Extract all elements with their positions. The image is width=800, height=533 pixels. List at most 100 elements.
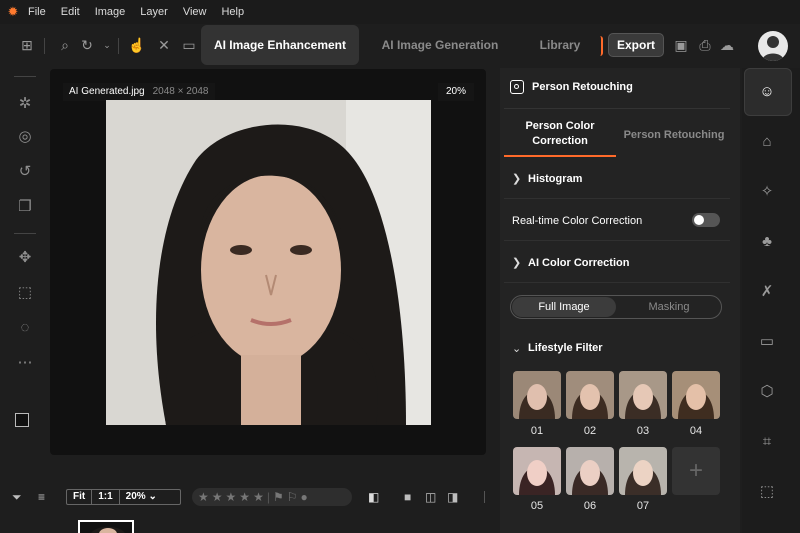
toolbar: ⊞ ⌕ ↻ ⌄ ☝ ✕ ▭ AI Image Enhancement AI Im… xyxy=(0,24,800,68)
filter-icon[interactable]: ⏷ xyxy=(12,489,22,505)
panel-header: Person Retouching xyxy=(510,76,730,98)
filter-label: 02 xyxy=(583,425,597,437)
panel-title: Person Retouching xyxy=(532,81,633,93)
tab-ai-image-generation[interactable]: AI Image Generation xyxy=(361,25,519,65)
ai-color-correction-section[interactable]: ❯ AI Color Correction xyxy=(504,243,730,283)
export-button[interactable]: Export xyxy=(608,33,664,57)
print-icon[interactable]: ⎙ xyxy=(696,36,714,54)
filter-label: 07 xyxy=(636,500,650,512)
split-view-icon[interactable]: ◫ xyxy=(425,489,436,505)
single-view-icon[interactable]: ■ xyxy=(404,489,411,505)
tab-person-retouching[interactable]: Person Retouching xyxy=(618,113,730,157)
filter-thumbnail[interactable] xyxy=(619,447,667,495)
tool-divider xyxy=(14,76,36,77)
rating-star-icon[interactable]: ★ xyxy=(212,490,226,504)
face-retouch-icon[interactable]: ☺ xyxy=(757,82,777,102)
avatar[interactable] xyxy=(758,31,788,61)
add-image-icon[interactable]: ⊞ xyxy=(18,36,36,54)
tab-ai-image-enhancement[interactable]: AI Image Enhancement xyxy=(201,25,359,65)
adjust-icon[interactable]: ✲ xyxy=(16,95,34,113)
lasso-icon[interactable]: ◌ xyxy=(16,319,34,337)
tab-library[interactable]: Library xyxy=(530,25,590,65)
zoom-controls: Fit 1:1 20% ⌄ xyxy=(66,489,181,505)
filter-thumbnail[interactable] xyxy=(566,371,614,419)
menu-bar: ✹ File Edit Image Layer View Help xyxy=(0,0,800,24)
cube-icon[interactable]: ⬡ xyxy=(757,382,777,402)
full-image-option[interactable]: Full Image xyxy=(512,297,616,317)
rating-star-icon[interactable]: ★ xyxy=(253,490,267,504)
trees-icon[interactable]: ♣ xyxy=(757,232,777,252)
bottom-divider xyxy=(484,491,485,503)
add-filter-button[interactable]: + xyxy=(672,447,720,495)
zoom-select[interactable]: 20% ⌄ xyxy=(120,490,180,504)
filter-label: 03 xyxy=(636,425,650,437)
masking-option[interactable]: Masking xyxy=(617,296,721,318)
rating-star-icon[interactable]: ★ xyxy=(198,490,212,504)
more-tools-icon[interactable]: ⋯ xyxy=(16,354,34,372)
toolbar-divider xyxy=(118,38,119,54)
move-icon[interactable]: ✥ xyxy=(16,249,34,267)
panel-divider xyxy=(504,108,730,109)
filter-thumbnail[interactable] xyxy=(619,371,667,419)
realtime-color-correction-toggle[interactable] xyxy=(692,213,720,227)
undo-icon[interactable]: ↻ xyxy=(78,36,96,54)
chevron-right-icon: ❯ xyxy=(512,173,522,185)
menu-help[interactable]: Help xyxy=(221,6,244,18)
sofa-icon[interactable]: ▭ xyxy=(757,332,777,352)
file-name: AI Generated.jpg xyxy=(69,86,145,97)
rating-star-icon[interactable]: ★ xyxy=(226,490,240,504)
copy-icon[interactable]: ❐ xyxy=(16,198,34,216)
history-icon[interactable]: ↺ xyxy=(16,163,34,181)
filter-label: 01 xyxy=(530,425,544,437)
chevron-down-icon[interactable]: ⌄ xyxy=(98,36,116,54)
side-view-icon[interactable]: ◨ xyxy=(447,489,458,505)
crop-icon[interactable]: ⌗ xyxy=(757,432,777,452)
tool-divider xyxy=(14,233,36,234)
app-logo-icon: ✹ xyxy=(7,4,19,19)
lifestyle-filter-label: Lifestyle Filter xyxy=(528,342,603,354)
histogram-label: Histogram xyxy=(528,172,583,185)
file-info-label: AI Generated.jpg 2048 × 2048 xyxy=(63,83,215,101)
lifestyle-filter-section[interactable]: ⌄ Lifestyle Filter xyxy=(504,328,730,368)
histogram-section[interactable]: ❯ Histogram xyxy=(504,159,730,199)
search-file-icon[interactable]: ⌕ xyxy=(56,36,74,54)
hand-tool-icon[interactable]: ☝ xyxy=(128,36,146,54)
color-label-icon[interactable]: ● xyxy=(300,490,310,504)
ruler-icon[interactable]: ▭ xyxy=(180,36,198,54)
cutlery-icon[interactable]: ✗ xyxy=(757,282,777,302)
flag-icon[interactable]: ⚑ xyxy=(273,490,287,504)
filter-label: 04 xyxy=(689,425,703,437)
menu-view[interactable]: View xyxy=(183,6,207,18)
left-toolbar: ✲ ◎ ↺ ❐ ✥ ⬚ ◌ ⋯ xyxy=(0,68,50,488)
chevron-right-icon: ❯ xyxy=(512,257,522,269)
layers-icon[interactable]: ◎ xyxy=(16,128,34,146)
image-icon[interactable]: ▣ xyxy=(672,36,690,54)
menu-image[interactable]: Image xyxy=(95,6,126,18)
hanger-icon[interactable]: ⌂ xyxy=(757,132,777,152)
filter-thumbnail[interactable] xyxy=(672,371,720,419)
chevron-down-icon: ⌄ xyxy=(512,342,522,355)
menu-layer[interactable]: Layer xyxy=(140,6,168,18)
rating-star-icon[interactable]: ★ xyxy=(239,490,253,504)
one-to-one-button[interactable]: 1:1 xyxy=(92,490,120,504)
marquee-select-icon[interactable]: ⬚ xyxy=(16,284,34,302)
filter-thumbnail[interactable] xyxy=(513,447,561,495)
filter-thumbnail[interactable] xyxy=(566,447,614,495)
cloud-icon[interactable]: ☁ xyxy=(718,36,736,54)
tools-icon[interactable]: ✕ xyxy=(155,36,173,54)
compare-icon[interactable]: ◧ xyxy=(368,489,379,505)
portrait-photo[interactable] xyxy=(106,100,431,425)
filmstrip-thumbnail[interactable] xyxy=(78,520,134,533)
tab-person-color-correction[interactable]: Person Color Correction xyxy=(504,113,616,157)
fit-button[interactable]: Fit xyxy=(67,490,93,504)
ai-expand-icon[interactable]: ⬚ xyxy=(757,482,777,502)
menu-edit[interactable]: Edit xyxy=(61,6,80,18)
file-dimensions: 2048 × 2048 xyxy=(152,86,209,97)
filter-thumbnail[interactable] xyxy=(513,371,561,419)
reject-flag-icon[interactable]: ⚐ xyxy=(287,490,301,504)
sort-icon[interactable]: ≡ xyxy=(38,489,45,505)
canvas-zoom-badge: 20% xyxy=(438,83,474,101)
foreground-color-swatch[interactable] xyxy=(15,413,29,427)
magic-wand-icon[interactable]: ✧ xyxy=(757,182,777,202)
menu-file[interactable]: File xyxy=(28,6,46,18)
